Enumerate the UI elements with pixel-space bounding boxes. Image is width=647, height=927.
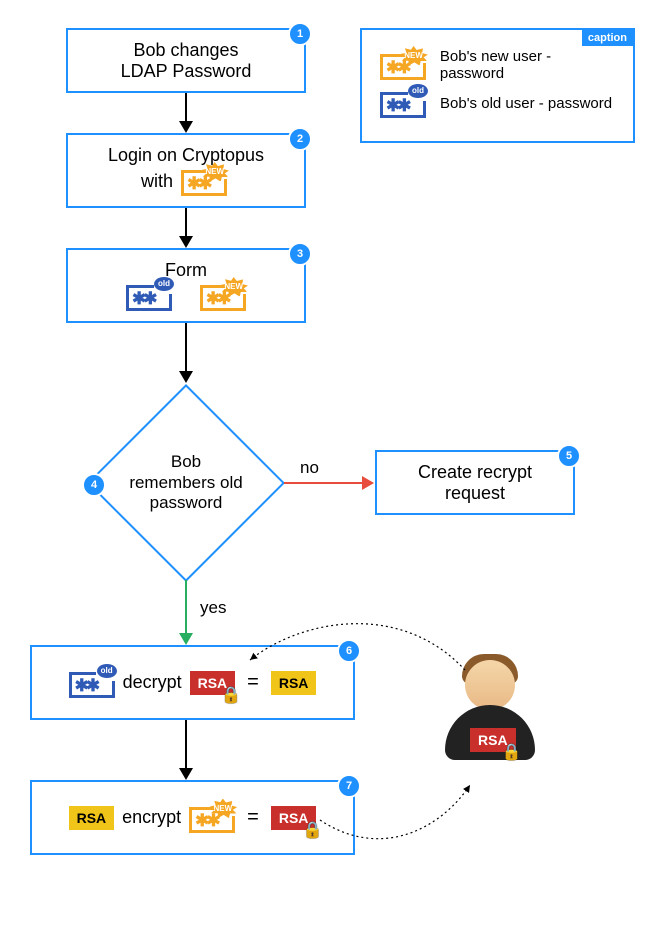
badge-2: 2 — [288, 127, 312, 151]
asterisks: ✱✱ — [206, 289, 229, 309]
node-encrypt: 7 RSA encrypt ✱✱ NEW = RSA 🔒 — [30, 780, 355, 855]
asterisks: ✱✱ — [386, 58, 409, 78]
label-yes: yes — [200, 598, 226, 618]
arrow-2-3 — [185, 208, 187, 238]
node-decrypt: 6 ✱✱ old decrypt RSA 🔒 = RSA — [30, 645, 355, 720]
node-login-cryptopus: 2 Login on Cryptopus with ✱✱ NEW — [66, 133, 306, 208]
old-badge: old — [154, 277, 174, 291]
legend: caption ✱✱ NEW Bob's new user - password… — [360, 28, 635, 143]
node-1-text: Bob changes LDAP Password — [121, 40, 252, 82]
lock-icon: 🔒 — [502, 742, 522, 762]
node-3-text: Form — [165, 260, 207, 281]
node-recrypt-request: 5 Create recryptrequest — [375, 450, 575, 515]
asterisks: ✱✱ — [75, 676, 98, 696]
old-badge: old — [97, 664, 117, 678]
legend-row1-text: Bob's new user - password — [440, 48, 619, 82]
legend-tag: caption — [582, 30, 633, 46]
old-badge: old — [408, 84, 428, 98]
asterisks: ✱✱ — [386, 96, 409, 116]
rsa-locked-chip: RSA 🔒 — [271, 806, 317, 830]
arrow-yes-head — [179, 633, 193, 645]
arrow-1-2 — [185, 93, 187, 123]
asterisks: ✱✱ — [187, 174, 210, 194]
node-4-text: Bobremembers oldpassword — [88, 385, 284, 581]
rsa-locked-chip: RSA 🔒 — [190, 671, 236, 695]
equals-sign: = — [247, 671, 259, 694]
user-avatar: RSA 🔒 — [440, 650, 540, 780]
arrow-6-7 — [185, 720, 187, 770]
rsa-plain-chip: RSA — [69, 806, 115, 830]
node-2-text-line1: Login on Cryptopus — [108, 145, 264, 166]
arrow-1-2-head — [179, 121, 193, 133]
node-3-row: ✱✱ old ✱✱ NEW — [122, 281, 250, 311]
arrow-no-head — [362, 476, 374, 490]
arrow-3-4 — [185, 323, 187, 373]
legend-row2-text: Bob's old user - password — [440, 95, 612, 112]
arrow-yes — [185, 580, 187, 635]
legend-row-old: ✱✱ old Bob's old user - password — [376, 88, 619, 118]
badge-7: 7 — [337, 774, 361, 798]
node-change-ldap: 1 Bob changes LDAP Password — [66, 28, 306, 93]
badge-1: 1 — [288, 22, 312, 46]
asterisks: ✱✱ — [195, 811, 218, 831]
badge-3: 3 — [288, 242, 312, 266]
node-2-with: with — [141, 171, 173, 192]
node-5-text: Create recryptrequest — [418, 462, 532, 504]
asterisks: ✱✱ — [132, 289, 155, 309]
badge-4: 4 — [82, 473, 106, 497]
lock-icon: 🔒 — [221, 685, 241, 705]
password-new-icon: ✱✱ NEW — [181, 166, 227, 196]
password-old-icon: ✱✱ old — [69, 668, 115, 698]
lock-icon: 🔒 — [303, 820, 323, 840]
arrow-3-4-head — [179, 371, 193, 383]
arrow-6-7-head — [179, 768, 193, 780]
badge-5: 5 — [557, 444, 581, 468]
arrow-2-3-head — [179, 236, 193, 248]
badge-6: 6 — [337, 639, 361, 663]
legend-row-new: ✱✱ NEW Bob's new user - password — [376, 48, 619, 82]
rsa-plain-chip: RSA — [271, 671, 317, 695]
label-no: no — [300, 458, 319, 478]
node-form: 3 Form ✱✱ old ✱✱ NEW — [66, 248, 306, 323]
password-new-icon: ✱✱ NEW — [200, 281, 246, 311]
equals-sign: = — [247, 806, 259, 829]
password-old-icon: ✱✱ old — [126, 281, 172, 311]
node-6-row: ✱✱ old decrypt RSA 🔒 = RSA — [65, 668, 321, 698]
rsa-locked-chip: RSA 🔒 — [470, 728, 516, 752]
node-7-row: RSA encrypt ✱✱ NEW = RSA 🔒 — [65, 803, 321, 833]
avatar-head — [465, 660, 515, 710]
arrow-no — [284, 482, 364, 484]
node-2-row: with ✱✱ NEW — [141, 166, 231, 196]
node-decision: Bobremembers oldpassword 4 — [88, 385, 284, 581]
password-old-icon: ✱✱ old — [380, 88, 426, 118]
node-6-label: decrypt — [123, 672, 182, 693]
password-new-icon: ✱✱ NEW — [189, 803, 235, 833]
password-new-icon: ✱✱ NEW — [380, 50, 426, 80]
node-7-label: encrypt — [122, 807, 181, 828]
